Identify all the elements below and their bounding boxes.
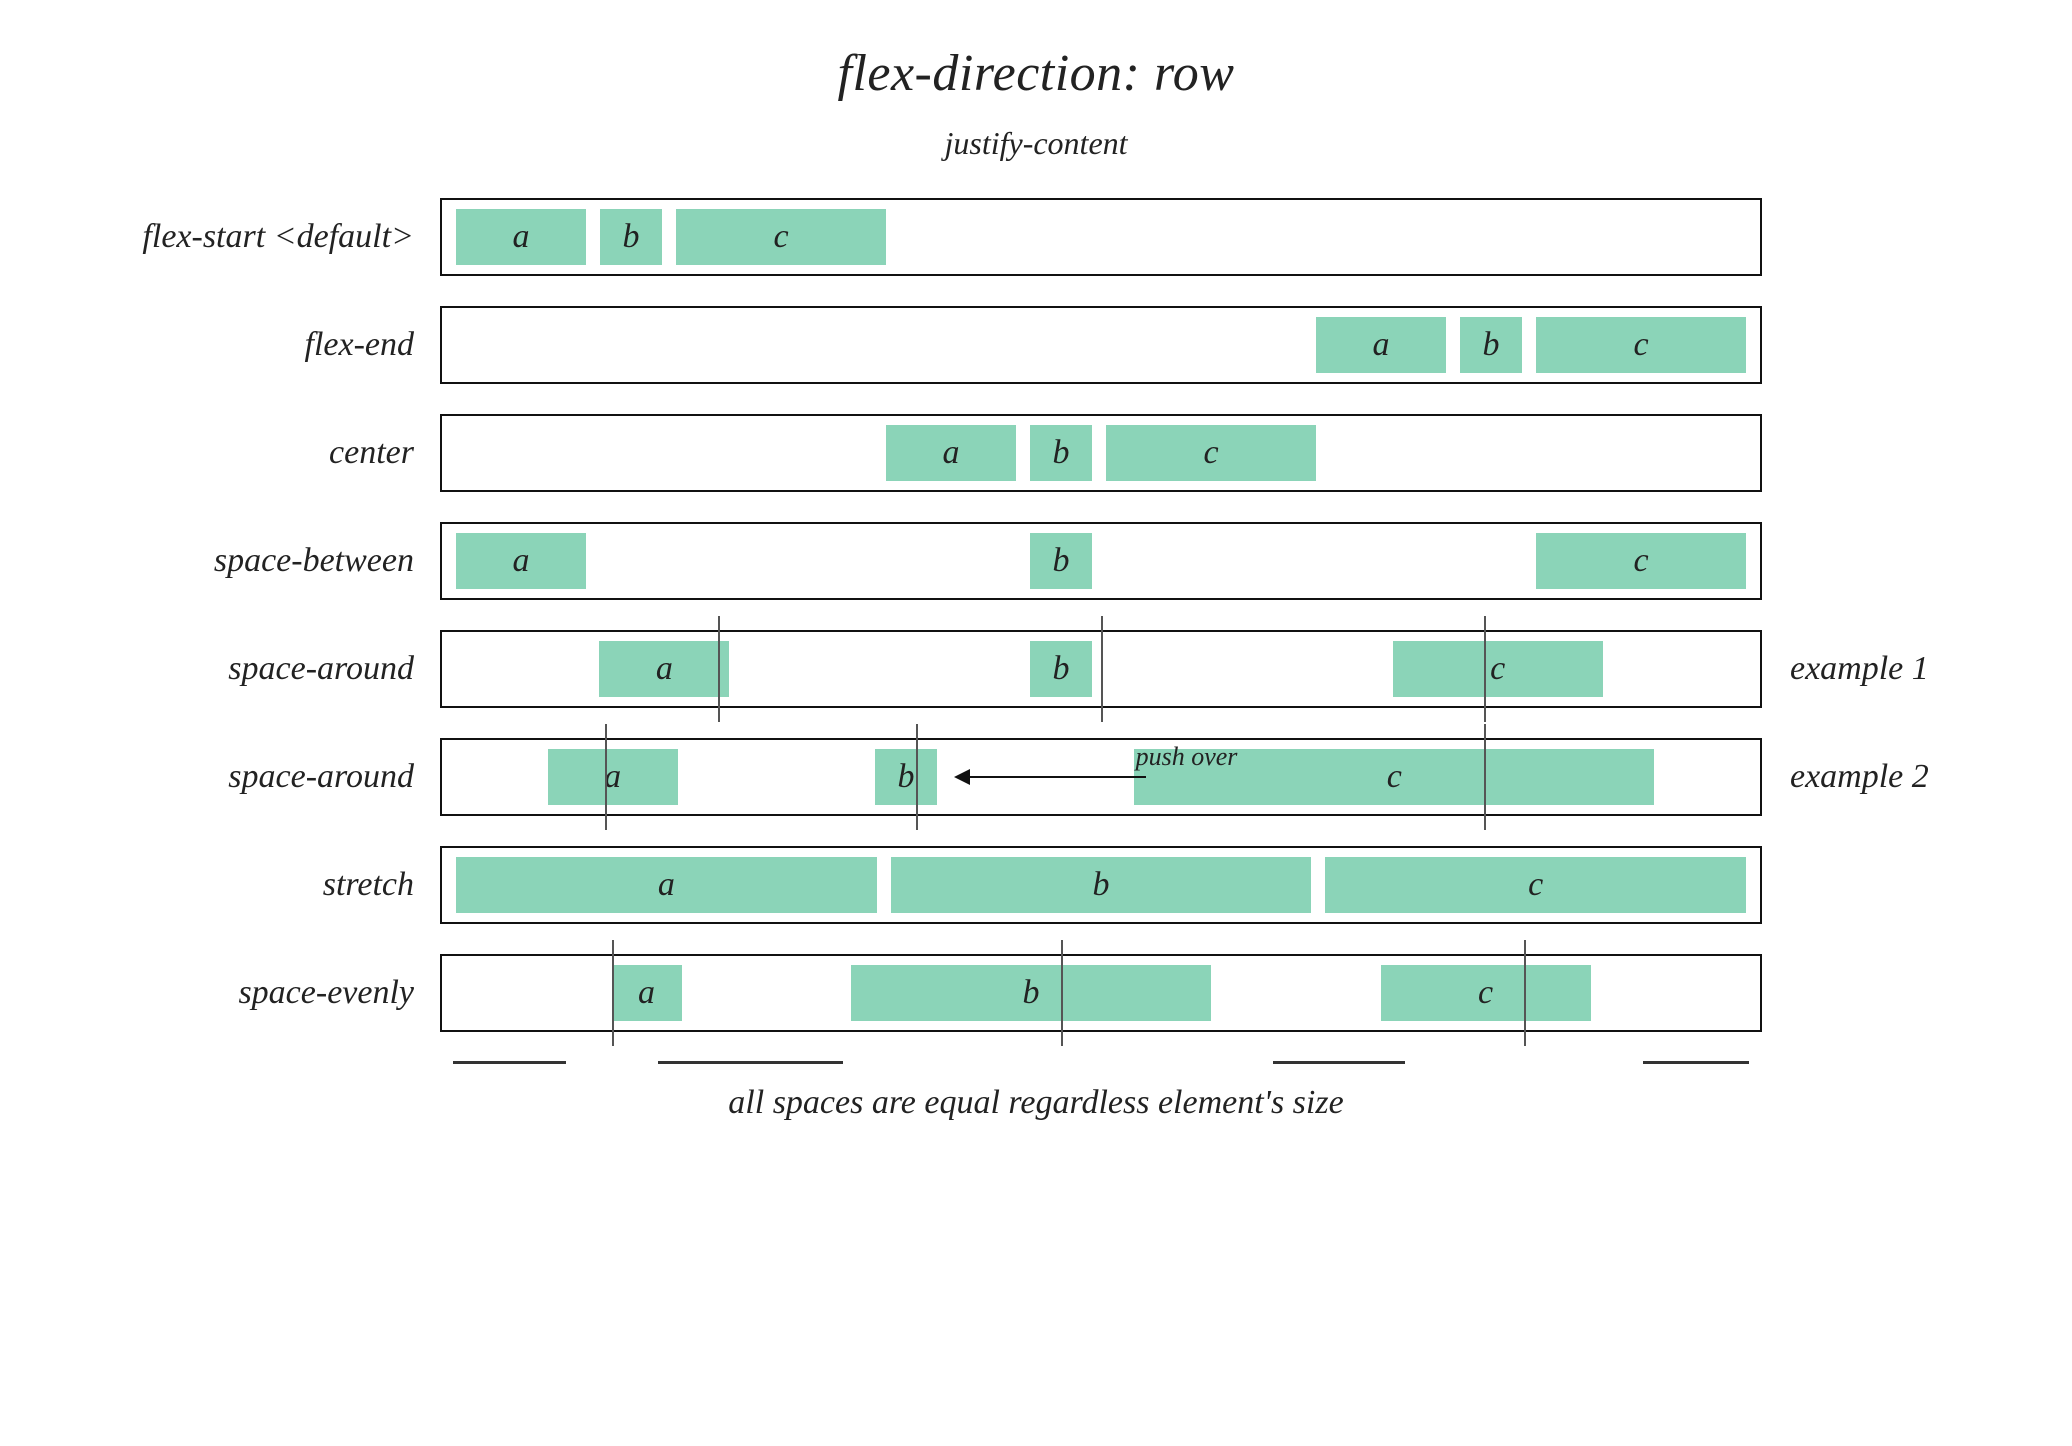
row-flex-end: flex-end a b c (80, 306, 1992, 384)
flex-container: a b c (440, 414, 1762, 492)
flex-item-b: b (600, 209, 662, 265)
flex-container: a b c (440, 198, 1762, 276)
row-space-between: space-between a b c (80, 522, 1992, 600)
underline-segment (658, 1061, 843, 1064)
flex-container-wrap: a b c (440, 306, 1762, 384)
flex-container-wrap: a b c (440, 954, 1762, 1032)
row-space-around-1: space-around a b c example 1 (80, 630, 1992, 708)
flex-container: a b c (440, 738, 1762, 816)
flex-item-a: a (1316, 317, 1446, 373)
flex-item-c: c (1536, 317, 1746, 373)
flex-item-a: a (456, 857, 877, 913)
flex-container: a b c (440, 954, 1762, 1032)
row-flex-start: flex-start <default> a b c (80, 198, 1992, 276)
flex-item-c: c (1536, 533, 1746, 589)
flex-container-wrap: a b c (440, 846, 1762, 924)
flex-item-c: c (1393, 641, 1603, 697)
underline-segment (453, 1061, 565, 1064)
row-right-label: example 2 (1762, 758, 1992, 796)
flex-container: a b c (440, 306, 1762, 384)
diagram-subtitle: justify-content (80, 125, 1992, 162)
flex-item-b: b (1030, 425, 1092, 481)
flex-item-b: b (1030, 641, 1092, 697)
row-center: center a b c (80, 414, 1992, 492)
row-space-evenly: space-evenly a b c (80, 954, 1992, 1032)
row-label: space-around (80, 758, 440, 796)
row-label: space-around (80, 650, 440, 688)
row-stretch: stretch a b c (80, 846, 1992, 924)
flex-container-wrap: a b c push over (440, 738, 1762, 816)
row-label: space-between (80, 542, 440, 580)
flex-item-b: b (1030, 533, 1092, 589)
row-label: space-evenly (80, 974, 440, 1012)
diagram-caption: all spaces are equal regardless element'… (80, 1084, 1992, 1122)
flex-container: a b c (440, 630, 1762, 708)
flex-item-b: b (891, 857, 1312, 913)
flex-item-c: c (1106, 425, 1316, 481)
flex-item-a: a (886, 425, 1016, 481)
flex-item-c: c (1134, 749, 1654, 805)
flex-container: a b c (440, 522, 1762, 600)
flex-container-wrap: a b c (440, 414, 1762, 492)
row-label: stretch (80, 866, 440, 904)
example-rows: flex-start <default> a b c flex-end a b … (80, 198, 1992, 1032)
flex-item-a: a (599, 641, 729, 697)
row-label: flex-start <default> (80, 218, 440, 256)
flex-item-a: a (548, 749, 678, 805)
diagram-title: flex-direction: row (80, 44, 1992, 103)
flex-item-a: a (456, 209, 586, 265)
row-space-around-2: space-around a b c push over example 2 (80, 738, 1992, 816)
flex-container-wrap: a b c (440, 198, 1762, 276)
flex-item-b: b (1460, 317, 1522, 373)
flex-item-c: c (676, 209, 886, 265)
flex-item-b: b (875, 749, 937, 805)
flex-container-wrap: a b c (440, 522, 1762, 600)
equal-space-underlines (440, 1061, 1762, 1064)
flex-item-b: b (851, 965, 1211, 1021)
flex-item-a: a (456, 533, 586, 589)
flex-item-a: a (612, 965, 682, 1021)
underline-segment (1643, 1061, 1749, 1064)
flex-item-c: c (1381, 965, 1591, 1021)
row-right-label: example 1 (1762, 650, 1992, 688)
underline-segment (1273, 1061, 1405, 1064)
flex-container: a b c (440, 846, 1762, 924)
row-label: flex-end (80, 326, 440, 364)
flex-container-wrap: a b c (440, 630, 1762, 708)
flex-item-c: c (1325, 857, 1746, 913)
row-label: center (80, 434, 440, 472)
